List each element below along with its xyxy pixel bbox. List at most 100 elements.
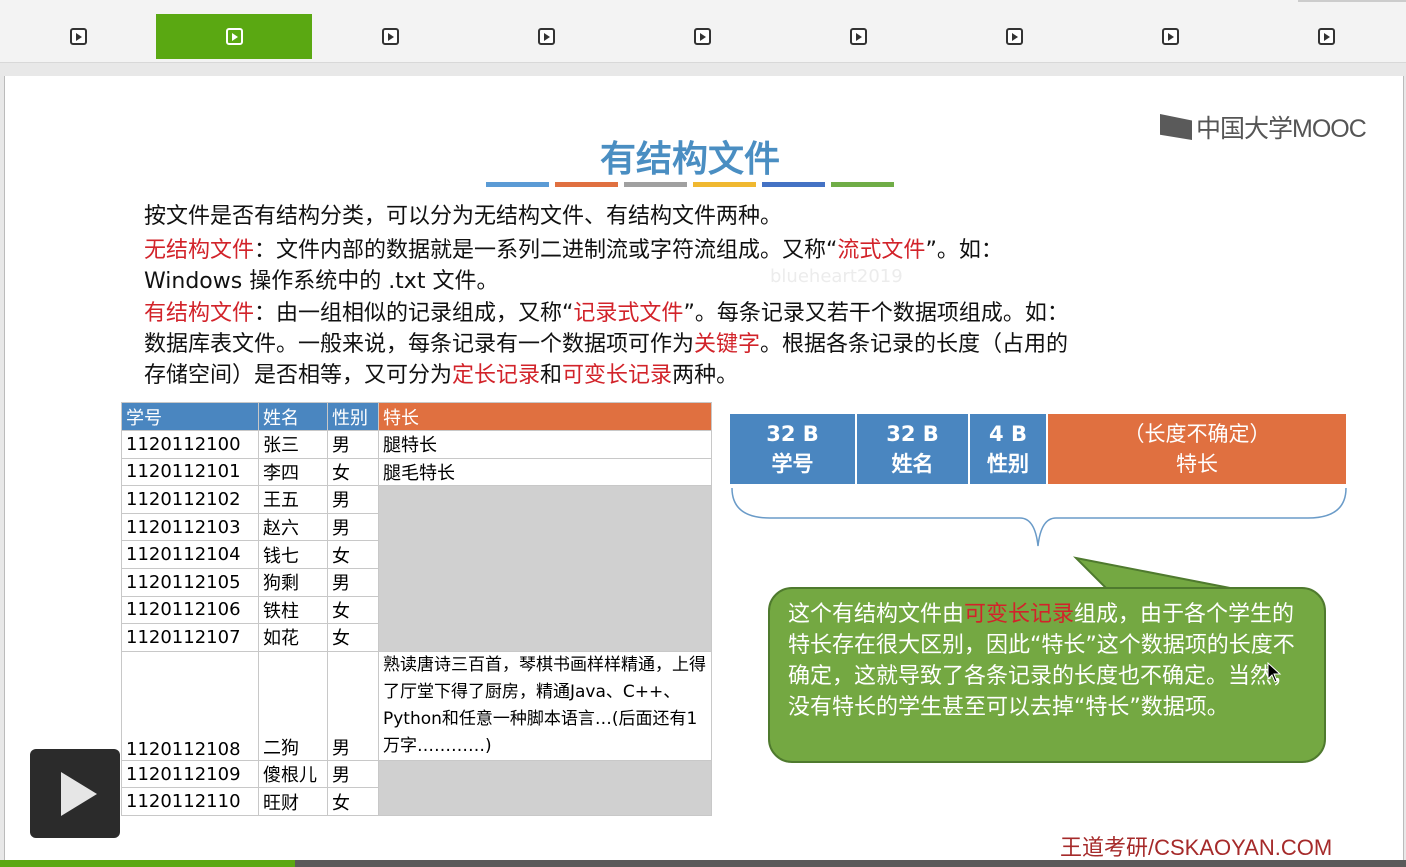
header-gender: 性别 <box>327 402 379 431</box>
cell-skill-empty <box>378 485 712 652</box>
lesson-tab-9[interactable] <box>1248 14 1404 59</box>
term-unstructured-file: 无结构文件 <box>144 238 255 263</box>
cell-gender: 女 <box>327 457 379 487</box>
cell-id: 1120112101 <box>121 457 259 487</box>
cell-name: 如花 <box>258 623 328 652</box>
mouse-cursor-icon <box>1267 662 1282 683</box>
title-stripe <box>831 182 894 187</box>
lesson-tab-3[interactable] <box>312 14 468 59</box>
lesson-tab-1[interactable] <box>0 14 156 59</box>
cell-skill-empty <box>378 759 712 816</box>
para-unstructured-text-c: Windows 操作系统中的 .txt 文件。 <box>144 269 499 294</box>
explanation-callout: 这个有结构文件由可变长记录组成，由于各个学生的特长存在很大区别，因此“特长”这个… <box>768 587 1326 763</box>
header-name: 姓名 <box>258 402 328 431</box>
cell-id: 1120112104 <box>121 540 259 569</box>
para-structured-text-c: 数据库表文件。一般来说，每条记录有一个数据项可作为 <box>144 332 695 357</box>
para-unstructured-text-b: ”。如： <box>925 238 1003 263</box>
cell-id: 1120112109 <box>121 759 259 789</box>
field-skill-label: 特长 <box>1176 452 1218 476</box>
cell-name: 狗剩 <box>258 567 328 597</box>
cell-gender: 男 <box>327 567 379 597</box>
lesson-tab-4[interactable] <box>468 14 624 59</box>
cell-id: 1120112108 <box>121 650 259 761</box>
term-structured-file: 有结构文件 <box>144 301 255 326</box>
slide-title-text: 有结构文件 <box>599 139 780 180</box>
term-fixed-record: 定长记录 <box>452 363 541 388</box>
cell-name: 王五 <box>258 485 328 514</box>
slide-title: 有结构文件 <box>0 130 1380 182</box>
cell-name: 钱七 <box>258 540 328 569</box>
cell-id: 1120112105 <box>121 567 259 597</box>
cell-name: 旺财 <box>258 787 328 816</box>
callout-text-a: 这个有结构文件由 <box>788 602 965 627</box>
play-icon <box>69 28 87 45</box>
cell-skill: 熟读唐诗三百首，琴棋书画样样精通，上得了厅堂下得了厨房，精通Java、C++、P… <box>378 650 712 761</box>
cell-id: 1120112100 <box>121 430 259 459</box>
para-structured: 有结构文件：由一组相似的记录组成，又称“记录式文件”。每条记录又若干个数据项组成… <box>144 298 1069 391</box>
play-icon <box>225 28 243 45</box>
table-header-row: 学号 姓名 性别 特长 <box>121 402 712 431</box>
table-row: 1120112102 王五男 <box>121 485 712 652</box>
cell-gender: 男 <box>327 430 379 459</box>
para-unstructured-text-a: ：文件内部的数据就是一系列二进制流或字符流组成。又称“ <box>254 238 838 263</box>
table-row: 1120112108 二狗男熟读唐诗三百首，琴棋书画样样精通，上得了厅堂下得了厨房… <box>121 650 712 761</box>
para-structured-text-d: 。根据各条记录的长度（占用的 <box>760 332 1069 357</box>
lesson-tab-2[interactable] <box>156 14 312 59</box>
cell-gender: 男 <box>327 512 379 542</box>
cell-gender: 女 <box>327 595 379 625</box>
cell-name: 张三 <box>258 430 328 459</box>
record-brace <box>731 487 1347 547</box>
cell-name: 赵六 <box>258 512 328 542</box>
lesson-tab-8[interactable] <box>1092 14 1248 59</box>
play-icon <box>693 28 711 45</box>
play-icon <box>1005 28 1023 45</box>
term-variable-record: 可变长记录 <box>562 363 673 388</box>
cell-gender: 男 <box>327 485 379 514</box>
field-skill-size: （长度不确定） <box>1123 422 1271 446</box>
video-progress-fill <box>0 860 296 867</box>
term-record-file: 记录式文件 <box>573 301 684 326</box>
video-progress-bar[interactable] <box>0 860 1406 867</box>
title-stripe <box>486 182 549 187</box>
cell-id: 1120112106 <box>121 595 259 625</box>
term-stream-file: 流式文件 <box>837 238 926 263</box>
field-name-size: 32 B <box>886 422 939 446</box>
field-gender-label: 性别 <box>987 452 1029 476</box>
cell-gender: 男 <box>327 650 379 761</box>
para-intro: 按文件是否有结构分类，可以分为无结构文件、有结构文件两种。 <box>144 201 782 232</box>
cell-id: 1120112103 <box>121 512 259 542</box>
para-structured-text-a: ：由一组相似的记录组成，又称“ <box>254 301 574 326</box>
cell-id: 1120112102 <box>121 485 259 514</box>
lesson-tab-6[interactable] <box>780 14 936 59</box>
cell-name: 李四 <box>258 457 328 487</box>
play-icon <box>849 28 867 45</box>
video-play-button[interactable] <box>30 749 120 838</box>
lesson-tab-5[interactable] <box>624 14 780 59</box>
cell-gender: 男 <box>327 759 379 789</box>
term-keyword: 关键字 <box>694 332 761 357</box>
header-student-id: 学号 <box>121 402 259 431</box>
lesson-tab-bar <box>0 0 1406 63</box>
title-stripe <box>762 182 825 187</box>
cell-gender: 女 <box>327 787 379 816</box>
para-structured-text-e: 存储空间）是否相等，又可分为 <box>144 363 453 388</box>
table-row: 1120112101 李四女腿毛特长 <box>121 457 712 487</box>
field-student-id-label: 学号 <box>771 452 814 476</box>
title-stripe <box>624 182 687 187</box>
table-row: 1120112100 张三男腿特长 <box>121 430 712 459</box>
cell-id: 1120112107 <box>121 623 259 652</box>
field-student-id: 32 B 学号 <box>730 414 857 484</box>
cell-gender: 女 <box>327 623 379 652</box>
title-stripe <box>555 182 618 187</box>
field-student-id-size: 32 B <box>766 422 819 446</box>
play-icon <box>1161 28 1179 45</box>
student-record-table: 学号 姓名 性别 特长 1120112100 张三男腿特长 1120112101 李四… <box>121 402 712 816</box>
cell-id: 1120112110 <box>121 787 259 816</box>
cell-name: 铁柱 <box>258 595 328 625</box>
cell-name: 傻根儿 <box>258 759 328 789</box>
lesson-tab-7[interactable] <box>936 14 1092 59</box>
table-row: 1120112109 傻根儿男 <box>121 759 712 816</box>
field-name: 32 B 姓名 <box>857 414 970 484</box>
play-icon <box>537 28 555 45</box>
play-icon <box>1317 28 1335 45</box>
